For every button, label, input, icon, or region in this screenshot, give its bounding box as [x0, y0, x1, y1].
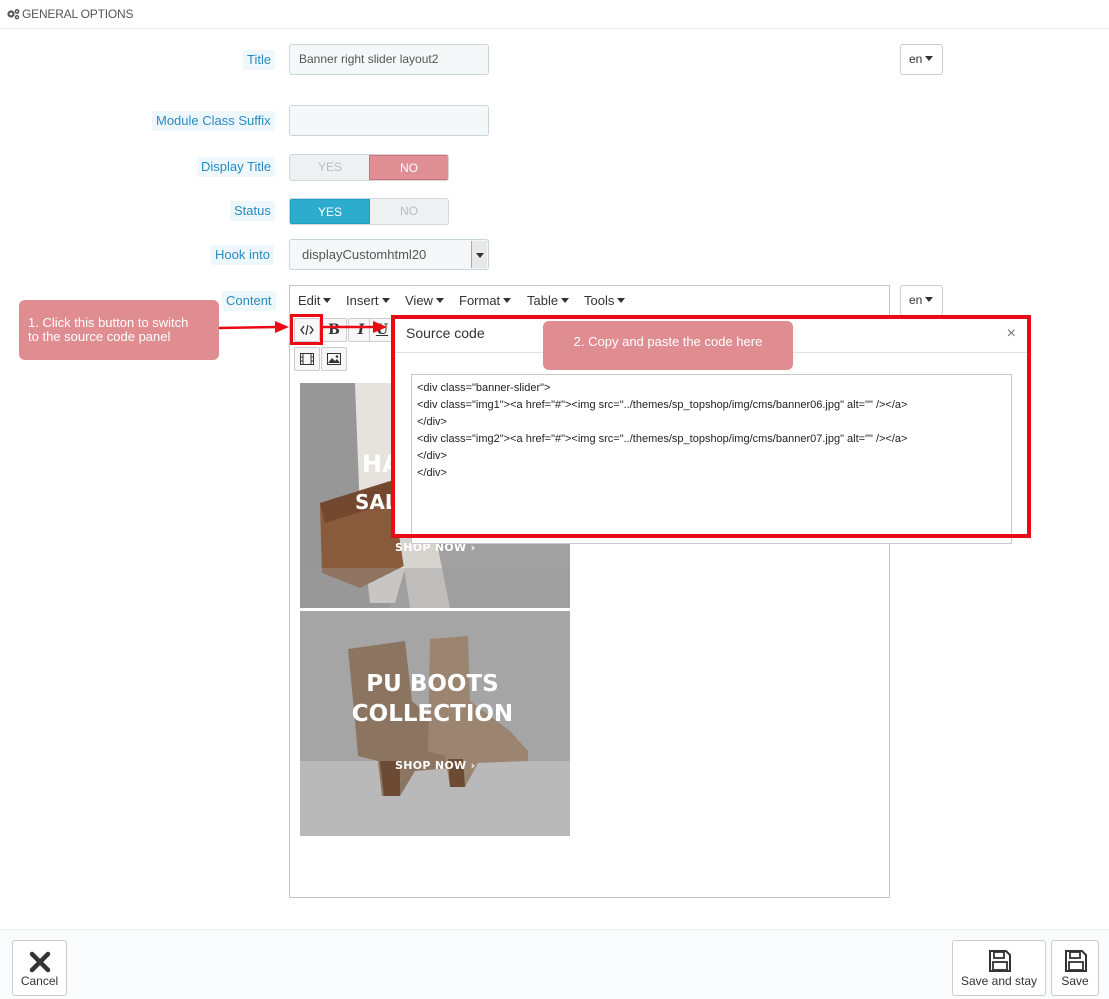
title-language-value: en	[909, 52, 923, 66]
insert-image-button[interactable]	[321, 347, 347, 371]
caret-down-icon	[925, 297, 934, 303]
panel-heading: GENERAL OPTIONS	[0, 0, 1109, 29]
note-1-text: 1. Click this button to switch to the so…	[28, 315, 189, 344]
select-arrow-icon	[471, 241, 487, 268]
banner-2-cta[interactable]: SHOP NOW ›	[395, 759, 475, 772]
cancel-button[interactable]: Cancel	[12, 940, 67, 996]
caret-down-icon	[925, 56, 934, 62]
hook-select-value: displayCustomhtml20	[302, 247, 427, 262]
menu-tools[interactable]: Tools	[584, 293, 626, 308]
display-title-no[interactable]: NO	[369, 155, 448, 180]
close-icon	[29, 951, 51, 973]
editor-menubar: Edit Insert View Format Table Tools	[290, 286, 889, 316]
save-icon	[1065, 950, 1087, 972]
image-icon	[327, 353, 341, 365]
content-label: Content	[222, 291, 276, 311]
caret-down-icon	[503, 298, 512, 304]
display-title-yes[interactable]: YES	[290, 155, 370, 180]
save-and-stay-label: Save and stay	[960, 974, 1038, 988]
hook-select[interactable]: displayCustomhtml20	[289, 239, 489, 270]
caret-down-icon	[435, 298, 444, 304]
menu-edit[interactable]: Edit	[298, 293, 332, 308]
chevron-right-icon: ›	[470, 759, 476, 772]
title-label: Title	[243, 50, 276, 70]
caret-down-icon	[381, 298, 390, 304]
save-label: Save	[1061, 974, 1089, 988]
save-icon	[989, 950, 1011, 972]
menu-view[interactable]: View	[405, 293, 444, 308]
content-language-value: en	[909, 293, 923, 307]
class-suffix-label: Module Class Suffix	[152, 111, 275, 131]
content-language-dropdown[interactable]: en	[900, 285, 943, 316]
banner-2-line1: PU BOOTS	[366, 671, 499, 697]
class-suffix-input[interactable]	[289, 105, 489, 136]
title-input[interactable]: Banner right slider layout2	[289, 44, 489, 75]
menu-format[interactable]: Format	[459, 293, 512, 308]
cogs-icon	[7, 9, 20, 20]
status-switch[interactable]: YES NO	[289, 198, 449, 225]
caret-down-icon	[561, 298, 570, 304]
status-label: Status	[230, 201, 275, 221]
caret-down-icon	[323, 298, 332, 304]
banner-image-2[interactable]: PU BOOTS COLLECTION SHOP NOW ›	[300, 611, 570, 836]
film-icon	[300, 353, 314, 365]
status-no[interactable]: NO	[369, 199, 448, 224]
display-title-switch[interactable]: YES NO	[289, 154, 449, 181]
display-title-label: Display Title	[197, 157, 276, 177]
instruction-note-1: 1. Click this button to switch to the so…	[19, 300, 219, 360]
annotation-arrows	[218, 321, 387, 333]
title-language-dropdown[interactable]: en	[900, 44, 943, 75]
form-footer: Cancel Save and stay Save	[0, 929, 1109, 999]
instruction-note-2: 2. Copy and paste the code here	[543, 321, 793, 370]
panel-title: GENERAL OPTIONS	[22, 7, 134, 21]
menu-table[interactable]: Table	[527, 293, 570, 308]
caret-down-icon	[617, 298, 626, 304]
save-and-stay-button[interactable]: Save and stay	[952, 940, 1046, 996]
status-yes[interactable]: YES	[290, 199, 370, 224]
banner-2-line2: COLLECTION	[351, 701, 514, 727]
insert-video-button[interactable]	[294, 347, 320, 371]
hook-label: Hook into	[211, 245, 274, 265]
menu-insert[interactable]: Insert	[346, 293, 390, 308]
save-button[interactable]: Save	[1051, 940, 1099, 996]
cancel-label: Cancel	[20, 974, 59, 988]
